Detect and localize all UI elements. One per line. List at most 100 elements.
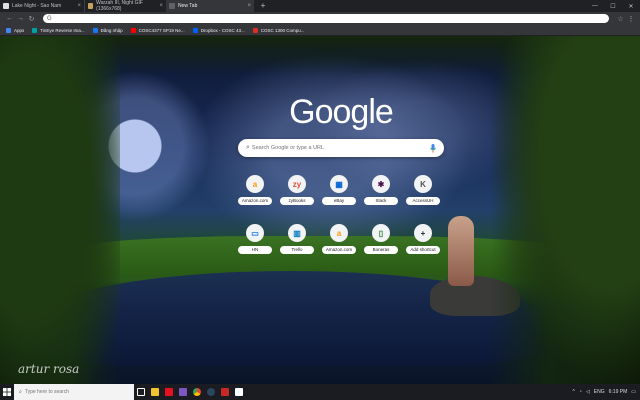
dropbox-icon [192, 27, 198, 33]
shortcut-tile[interactable]: ▦ eBay [318, 175, 360, 205]
tab-favicon-icon [3, 3, 9, 9]
shortcut-label: Slack [364, 197, 398, 205]
shortcut-tile[interactable]: ▥ Trello [276, 224, 318, 254]
close-icon[interactable]: × [159, 3, 163, 9]
shortcut-label: AccessUH [406, 197, 440, 205]
app-icon[interactable] [218, 384, 232, 400]
maximize-icon[interactable]: ☐ [604, 3, 622, 10]
shortcut-label: zyBooks [280, 197, 314, 205]
search-icon: ⌕ [246, 144, 250, 151]
shortcut-label: Trello [280, 246, 314, 254]
star-icon[interactable]: ☆ [615, 15, 626, 23]
clock[interactable]: 6:19 PM [609, 389, 628, 395]
add-shortcut-button[interactable]: + Add shortcut [402, 224, 444, 254]
tab-favicon-icon [169, 3, 175, 9]
steam-icon[interactable] [204, 384, 218, 400]
bookmark-dropbox[interactable]: Dropbox - COSC 43... [189, 27, 249, 33]
bookmark-label: Apps [14, 27, 25, 33]
bookmark-label: COSC 1300 Compu... [260, 27, 305, 33]
wallpaper-figure [448, 216, 474, 286]
close-window-icon[interactable]: ✕ [622, 3, 640, 10]
tab-title: New Tab [178, 3, 198, 9]
search-box[interactable]: ⌕ [238, 139, 444, 157]
tab-strip: Lake Night - Sao Nam × Warzah III, Night… [0, 0, 640, 12]
microphone-icon[interactable] [430, 143, 436, 153]
search-icon: ⌕ [19, 389, 22, 395]
windows-taskbar: ⌕ ^ ◔ ◁ ENG 6:19 PM ▭ [0, 384, 640, 400]
tab-warzah[interactable]: Warzah III, Night GIF (1366x768) × [84, 0, 166, 12]
plus-icon: + [414, 224, 432, 242]
wallpaper-watermark: artur rosa [18, 362, 80, 376]
network-icon[interactable]: ◔ [579, 389, 582, 395]
window-controls: — ☐ ✕ [586, 3, 640, 10]
shortcut-tile[interactable]: K AccessUH [402, 175, 444, 205]
taskbar-search[interactable]: ⌕ [14, 384, 134, 400]
back-icon[interactable]: ← [4, 15, 15, 22]
chevron-up-icon[interactable]: ^ [573, 389, 575, 395]
cosc-icon [252, 27, 258, 33]
task-view-icon[interactable] [134, 384, 148, 400]
apps-grid-icon [6, 27, 11, 33]
bookmark-cosc4377[interactable]: COSC4377 SP19 Ne... [127, 27, 189, 33]
tab-title: Lake Night - Sao Nam [12, 3, 62, 9]
google-logo-text: Google [289, 93, 394, 131]
zybooks-icon: zy [288, 175, 306, 193]
bookmarks-bar: Apps TinEye Reverse Ima... Đăng nhập COS… [0, 25, 640, 36]
bookmark-apps[interactable]: Apps [2, 27, 28, 33]
menu-icon[interactable]: ⋮ [626, 15, 636, 23]
trello-icon: ▥ [288, 224, 306, 242]
bookmark-label: Dropbox - COSC 43... [200, 27, 245, 33]
shortcut-tile[interactable]: ▭ HN [234, 224, 276, 254]
shortcut-label: Amazon.com [322, 246, 356, 254]
reload-icon[interactable]: ↻ [26, 15, 37, 23]
shortcut-tile[interactable]: ✱ Slack [360, 175, 402, 205]
bookmark-dang-nhap[interactable]: Đăng nhập [89, 27, 127, 33]
tineye-icon [32, 27, 38, 33]
slack-icon: ✱ [372, 175, 390, 193]
ebay-icon: ▦ [330, 175, 348, 193]
close-icon[interactable]: × [247, 3, 251, 9]
chrome-icon[interactable] [190, 384, 204, 400]
tab-lake-night[interactable]: Lake Night - Sao Nam × [0, 0, 84, 12]
start-button[interactable] [0, 384, 14, 400]
search-input[interactable] [251, 141, 430, 155]
bookmark-tineye[interactable]: TinEye Reverse Ima... [28, 27, 88, 33]
google-logo: Google [286, 93, 396, 133]
notification-icon[interactable]: ▭ [631, 389, 636, 395]
system-tray: ^ ◔ ◁ ENG 6:19 PM ▭ [569, 389, 640, 395]
taskbar-search-input[interactable] [24, 389, 125, 395]
bookmark-label: COSC4377 SP19 Ne... [138, 27, 185, 33]
omnibox-input[interactable] [54, 14, 605, 23]
shortcut-label: Add shortcut [406, 246, 440, 254]
facebook-icon [92, 27, 98, 33]
visual-studio-icon[interactable] [176, 384, 190, 400]
shortcut-label: Boneras [364, 246, 398, 254]
bookmark-cosc1300[interactable]: COSC 1300 Compu... [249, 27, 309, 33]
shortcut-tile[interactable]: a Amazon.com [318, 224, 360, 254]
close-icon[interactable]: × [77, 3, 81, 9]
language-indicator[interactable]: ENG [594, 389, 605, 395]
bookmark-label: TinEye Reverse Ima... [40, 27, 85, 33]
wallpaper: artur rosa [0, 36, 640, 384]
amazon-icon: a [330, 224, 348, 242]
wallpaper-trees-left [0, 36, 120, 384]
amazon-icon: a [246, 175, 264, 193]
volume-icon[interactable]: ◁ [586, 389, 590, 395]
media-player-icon[interactable] [162, 384, 176, 400]
file-explorer-icon[interactable] [148, 384, 162, 400]
minimize-icon[interactable]: — [586, 3, 604, 10]
wallpaper-trees-right [490, 36, 640, 384]
windows-logo-icon [3, 388, 11, 396]
shortcuts-row-1: a Amazon.com zy zyBooks ▦ eBay ✱ Slack K… [234, 175, 444, 205]
shortcut-tile[interactable]: ▯ Boneras [360, 224, 402, 254]
shortcut-label: Amazon.com [238, 197, 272, 205]
photos-icon[interactable] [232, 384, 246, 400]
new-tab-button[interactable]: + [258, 1, 268, 11]
forward-icon[interactable]: → [15, 15, 26, 22]
shortcut-tile[interactable]: a Amazon.com [234, 175, 276, 205]
shortcuts-row-2: ▭ HN ▥ Trello a Amazon.com ▯ Boneras + A… [234, 224, 444, 254]
tab-new-tab[interactable]: New Tab × [166, 0, 254, 12]
accessuh-icon: K [414, 175, 432, 193]
omnibox[interactable]: G [43, 14, 609, 23]
shortcut-tile[interactable]: zy zyBooks [276, 175, 318, 205]
